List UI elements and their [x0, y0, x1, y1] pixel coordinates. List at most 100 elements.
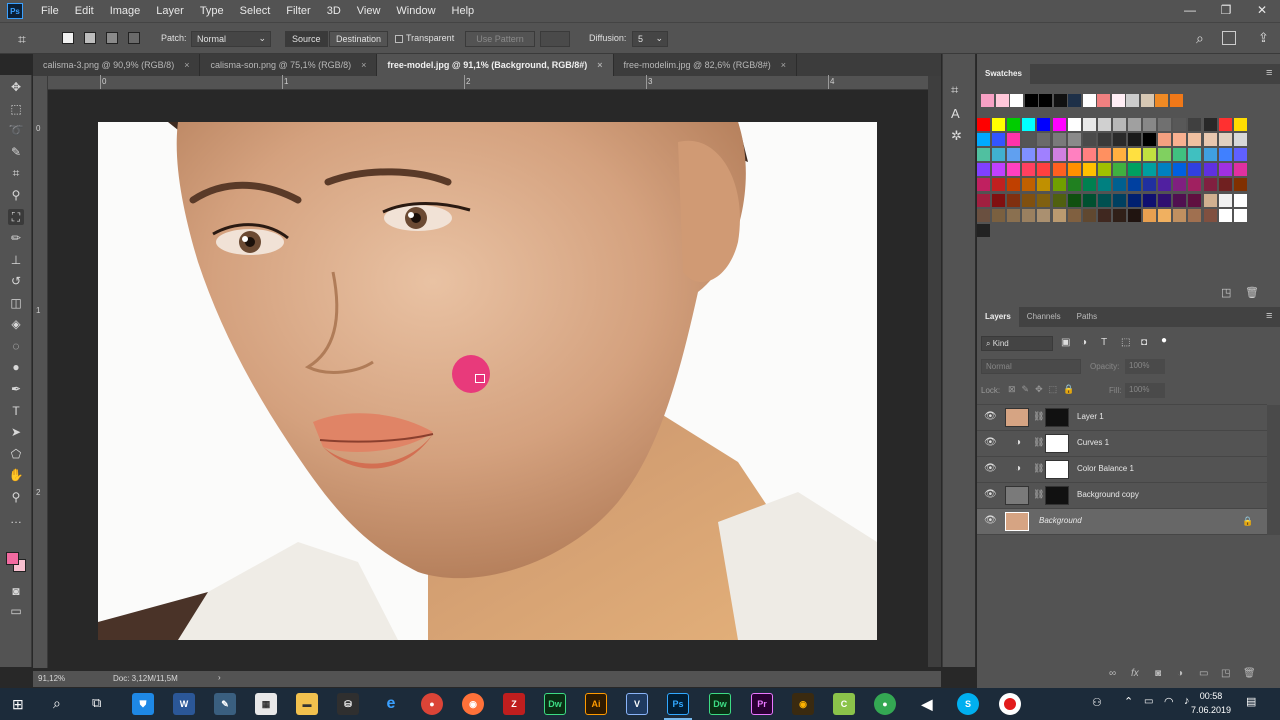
swatch[interactable]	[1097, 118, 1111, 131]
swatch[interactable]	[1112, 118, 1126, 131]
clock-date[interactable]: 7.06.2019	[1186, 705, 1236, 715]
swatch[interactable]	[1097, 133, 1111, 147]
swatch[interactable]	[1022, 163, 1036, 177]
vs-icon[interactable]: V	[626, 693, 648, 715]
swatch[interactable]	[1007, 163, 1021, 177]
tab-swatches[interactable]: Swatches	[977, 64, 1030, 84]
swatch[interactable]	[1233, 133, 1247, 147]
swatch[interactable]	[1188, 178, 1202, 192]
shape-tool-icon[interactable]: ⬠	[8, 446, 24, 462]
swatch[interactable]	[1007, 193, 1021, 207]
swatch[interactable]	[1218, 118, 1232, 131]
swatch[interactable]	[1188, 133, 1202, 147]
patch-mode-select[interactable]: Normal ⌄	[191, 31, 271, 47]
pattern-picker[interactable]	[540, 31, 570, 47]
swatch[interactable]	[1053, 94, 1067, 107]
swatch[interactable]	[977, 223, 990, 237]
filter-pixel-icon[interactable]: ▣	[1061, 337, 1070, 348]
swatch[interactable]	[1128, 193, 1141, 207]
path-selection-tool-icon[interactable]: ➤	[8, 424, 24, 440]
swatch[interactable]	[1097, 148, 1111, 162]
swatch[interactable]	[1128, 148, 1141, 162]
panel-menu-icon[interactable]: ≡	[1266, 67, 1272, 79]
people-icon[interactable]: ⚇	[1092, 696, 1102, 709]
swatch[interactable]	[977, 193, 990, 207]
layer-name[interactable]: Curves 1	[1077, 438, 1109, 447]
add-selection-icon[interactable]	[84, 32, 96, 44]
swatch[interactable]	[1112, 178, 1126, 192]
swatch[interactable]	[1097, 193, 1111, 207]
tab-calisma-3[interactable]: calisma-3.png @ 90,9% (RGB/8) ×	[33, 54, 201, 76]
add-mask-icon[interactable]: ◙	[1155, 668, 1161, 679]
chevron-up-icon[interactable]: ⌃	[1124, 695, 1133, 708]
swatch[interactable]	[1173, 193, 1187, 207]
brush-settings-icon[interactable]: ✲	[951, 128, 962, 144]
patch-tool-preset-icon[interactable]: ⌗	[18, 31, 26, 48]
swatch[interactable]	[1068, 94, 1081, 107]
swatch[interactable]	[1218, 148, 1232, 162]
swatch[interactable]	[1143, 163, 1157, 177]
swatch[interactable]	[977, 118, 990, 131]
swatch[interactable]	[1010, 94, 1023, 107]
menu-window[interactable]: Window	[388, 5, 443, 17]
menu-file[interactable]: File	[33, 5, 67, 17]
swatch[interactable]	[1112, 208, 1126, 222]
eyedropper-tool-icon[interactable]: ⚲	[8, 187, 24, 203]
swatch[interactable]	[1052, 148, 1066, 162]
eraser-tool-icon[interactable]: ◫	[8, 295, 24, 311]
swatch[interactable]	[1024, 94, 1038, 107]
tab-free-modelim[interactable]: free-modelim.jpg @ 82,6% (RGB/8#) ×	[614, 54, 797, 76]
swatch[interactable]	[1052, 118, 1066, 131]
swatch[interactable]	[1037, 208, 1051, 222]
use-pattern-button[interactable]: Use Pattern	[465, 31, 535, 47]
swatch[interactable]	[1052, 133, 1066, 147]
menu-select[interactable]: Select	[232, 5, 279, 17]
visibility-eye-icon[interactable]: 👁	[984, 489, 997, 501]
filezilla-icon[interactable]: Z	[503, 693, 525, 715]
swatch[interactable]	[992, 148, 1006, 162]
swatch[interactable]	[1097, 178, 1111, 192]
patch-tool-icon[interactable]: ⛶	[8, 209, 24, 225]
menu-layer[interactable]: Layer	[148, 5, 192, 17]
recorder-icon[interactable]	[999, 693, 1021, 715]
swatch[interactable]	[1173, 148, 1187, 162]
swatch[interactable]	[1203, 163, 1217, 177]
layer-row-color-balance-1[interactable]: 👁 ◑ ⛓ Color Balance 1	[977, 457, 1267, 483]
character-panel-icon[interactable]: A	[951, 106, 960, 121]
swatch[interactable]	[1007, 118, 1021, 131]
diffusion-input[interactable]: 5 ⌄	[632, 31, 668, 47]
zoom-tool-icon[interactable]: ⚲	[8, 489, 24, 505]
swatch[interactable]	[1082, 94, 1096, 107]
defender-icon[interactable]: ⛊	[132, 693, 154, 715]
firefox-icon[interactable]: ◉	[462, 693, 484, 715]
marquee-tool-icon[interactable]: ⬚	[8, 101, 24, 117]
visibility-eye-icon[interactable]: 👁	[984, 411, 997, 423]
camtasia-icon[interactable]: C	[833, 693, 855, 715]
swatch[interactable]	[992, 208, 1006, 222]
close-icon[interactable]: ×	[361, 60, 366, 70]
swatch[interactable]	[1067, 193, 1081, 207]
brush-tool-icon[interactable]: ✏	[8, 230, 24, 246]
screen-mode-icon[interactable]: ▭	[8, 603, 24, 619]
move-tool-icon[interactable]: ✥	[8, 79, 24, 95]
swatch[interactable]	[1203, 208, 1217, 222]
swatch[interactable]	[1112, 148, 1126, 162]
store-icon[interactable]: ⛁	[337, 693, 359, 715]
lock-icons[interactable]: ⊠✎✥⬚🔒	[1008, 384, 1080, 395]
swatch[interactable]	[1173, 118, 1187, 131]
edge-icon[interactable]: e	[380, 693, 402, 715]
swatch[interactable]	[1218, 178, 1232, 192]
swatch[interactable]	[977, 163, 990, 177]
swatch[interactable]	[1173, 163, 1187, 177]
swatch[interactable]	[1203, 118, 1217, 131]
filter-adjustment-icon[interactable]: ◑	[1081, 337, 1087, 348]
swatch[interactable]	[981, 94, 994, 107]
swatch[interactable]	[1052, 193, 1066, 207]
swatch[interactable]	[1037, 133, 1051, 147]
new-group-icon[interactable]: ▭	[1199, 668, 1208, 679]
tab-channels[interactable]: Channels	[1019, 307, 1069, 327]
filter-shape-icon[interactable]: ⬚	[1121, 337, 1130, 348]
hand-tool-icon[interactable]: ✋	[8, 467, 24, 483]
crop-tool-icon[interactable]: ⌗	[8, 165, 24, 181]
swatch[interactable]	[1037, 118, 1051, 131]
